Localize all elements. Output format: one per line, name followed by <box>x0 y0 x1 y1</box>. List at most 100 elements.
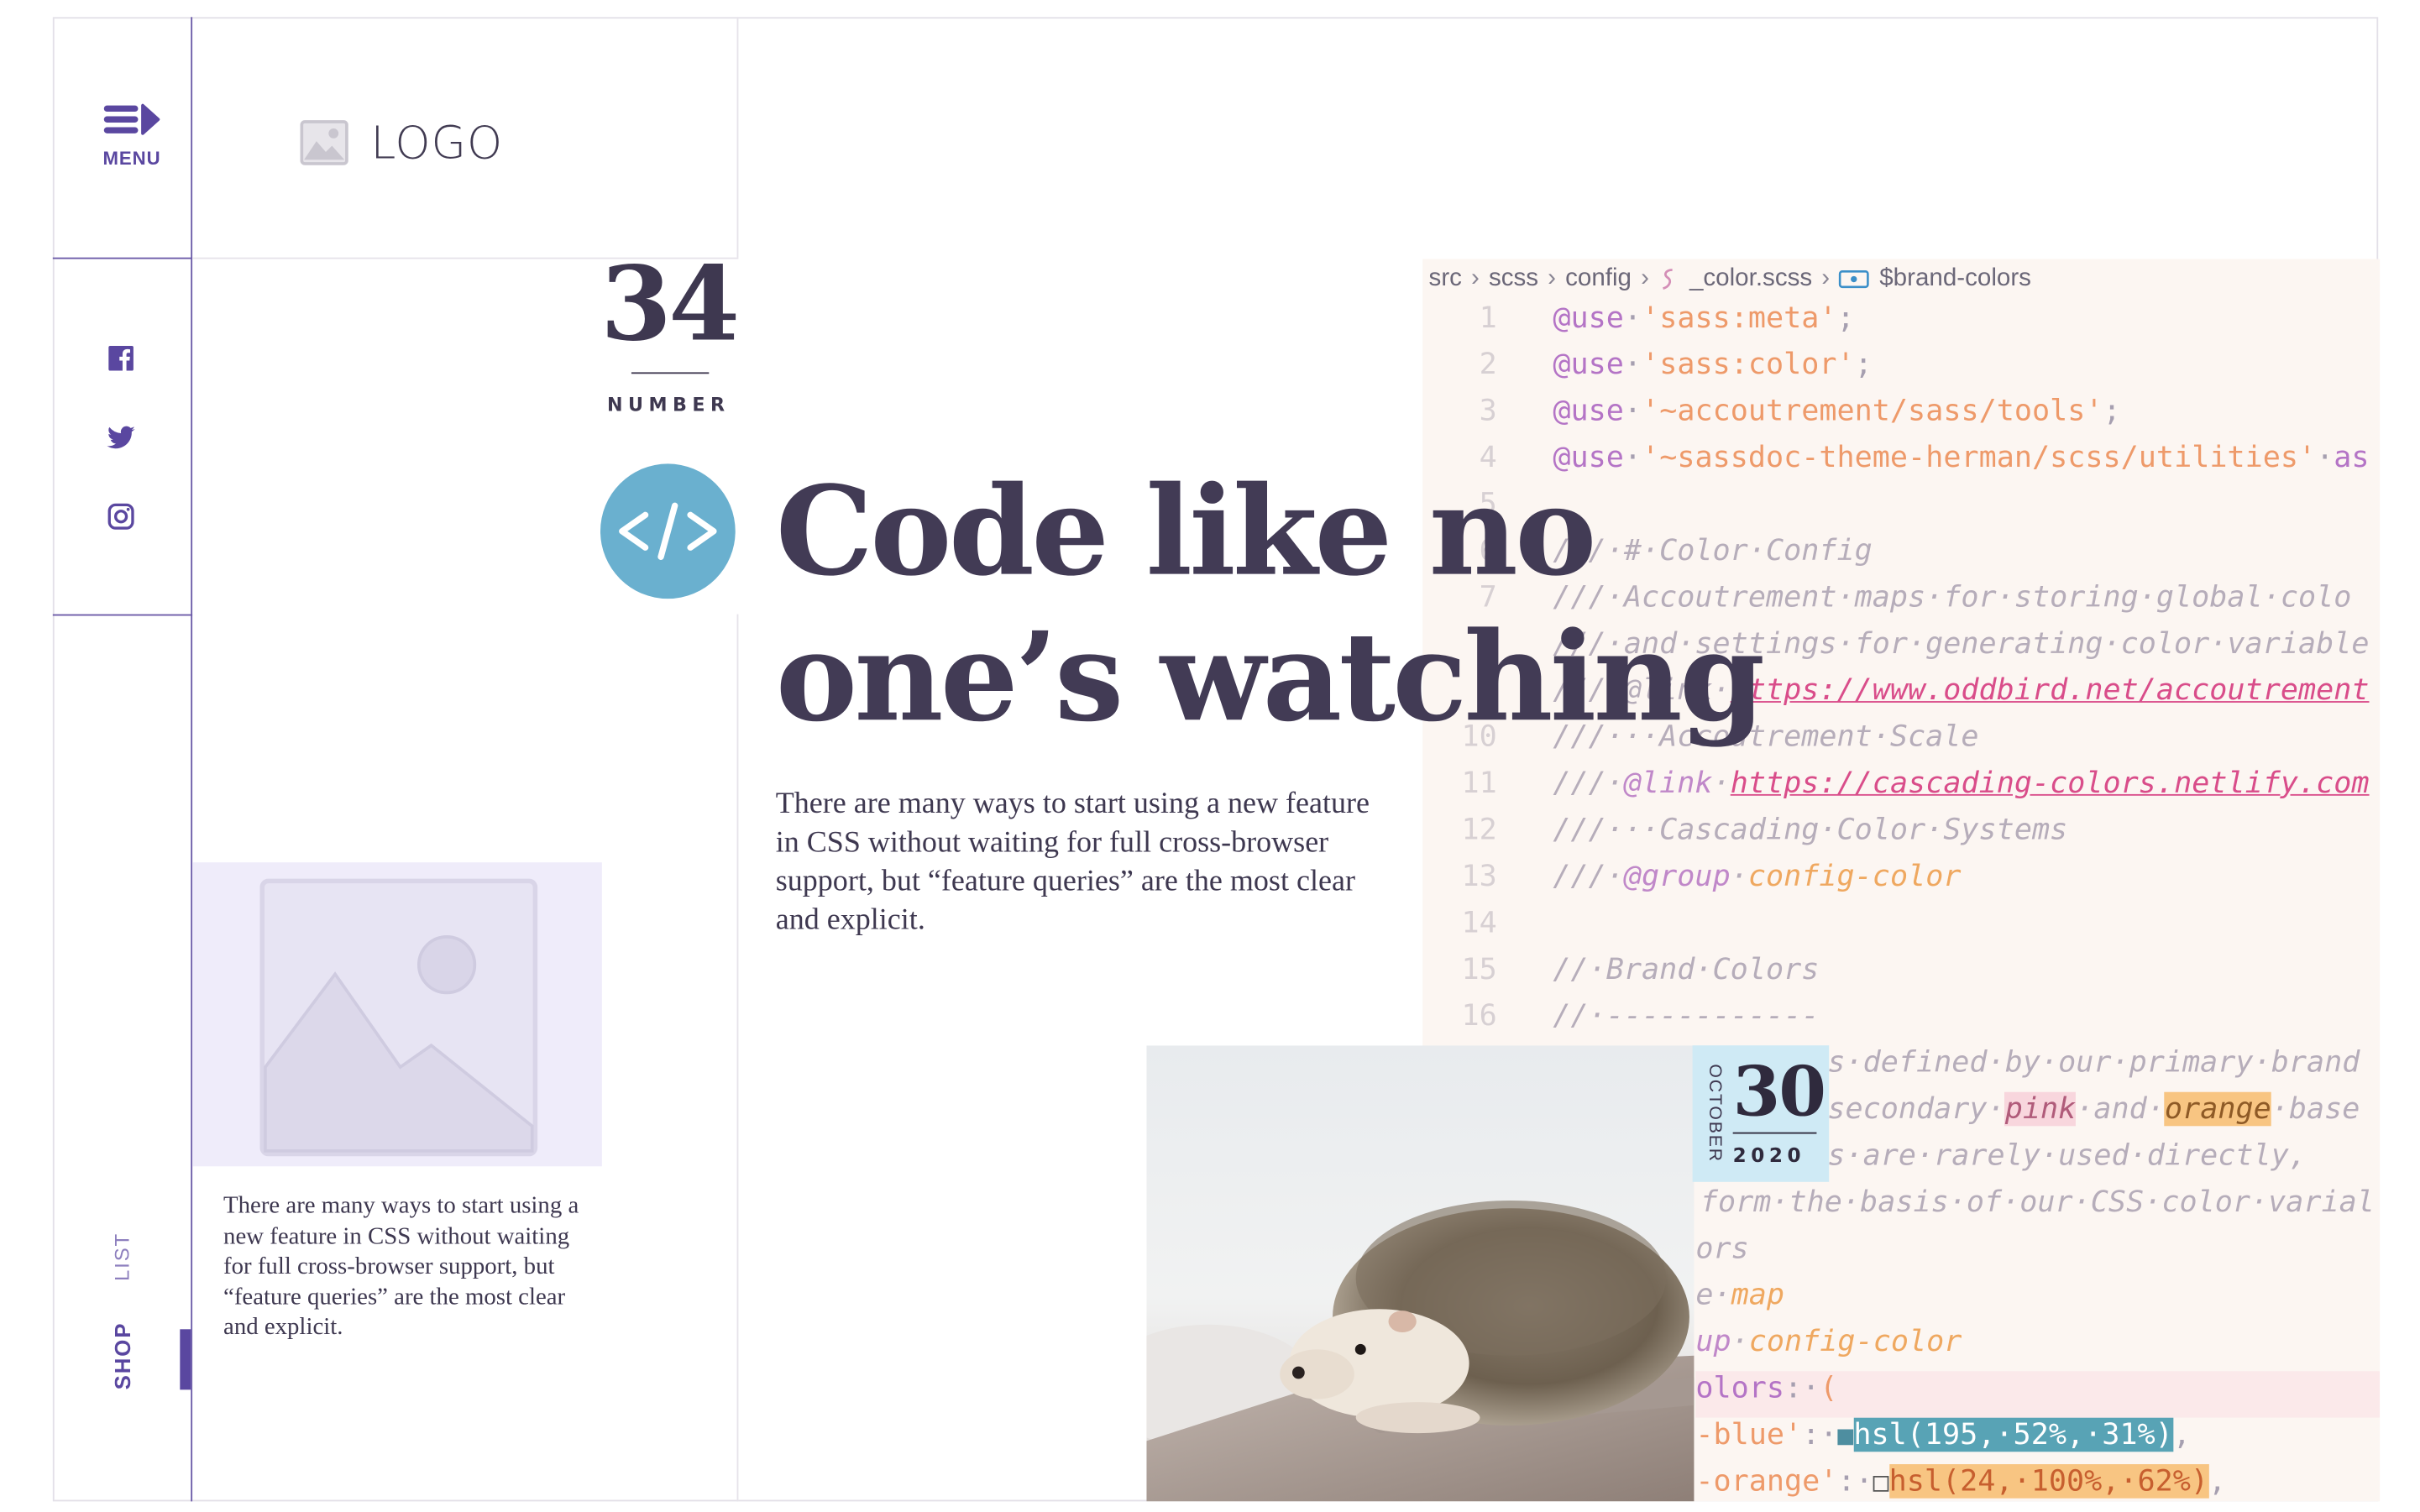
code-token: ·base <box>2271 1091 2360 1127</box>
breadcrumb: src › scss › config › _color.scss › $bra… <box>1429 265 2031 293</box>
code-token: secondary· <box>1827 1091 2005 1127</box>
line-source: ///···Cascading·Color·Systems <box>1553 813 2067 847</box>
code-token: ; <box>2103 394 2121 428</box>
breadcrumb-item[interactable]: config <box>1565 265 1632 293</box>
line-source: @use·'sass:color'; <box>1553 348 1872 382</box>
code-token: · <box>1623 394 1642 428</box>
code-line: up·config-color <box>1695 1325 2380 1371</box>
code-token: @use <box>1553 394 1624 428</box>
menu-button[interactable]: MENU <box>84 102 181 180</box>
code-token: ///· <box>1553 859 1624 894</box>
twitter-icon <box>107 426 135 449</box>
breadcrumb-item[interactable]: _color.scss <box>1689 265 1812 293</box>
line-number: 1 <box>1479 301 1497 336</box>
code-token: ///···Cascading·Color·Systems <box>1553 813 2068 847</box>
breadcrumb-item[interactable]: $brand-colors <box>1879 265 2031 293</box>
logo-text: LOGO <box>370 116 504 170</box>
menu-icon <box>103 103 160 135</box>
tab-shop[interactable]: SHOP <box>110 1322 135 1390</box>
code-token: //·Brand·Colors <box>1553 952 1820 987</box>
site-logo[interactable]: LOGO <box>300 116 504 170</box>
code-token: hsl(195,·52%,·31%) <box>1853 1417 2173 1452</box>
code-token: · <box>1731 1324 1749 1359</box>
content-divider <box>736 614 739 1502</box>
code-token: @use <box>1553 347 1624 382</box>
hedgehog-photo[interactable] <box>1146 1045 1695 1502</box>
code-token: config-color <box>1748 1324 1962 1359</box>
code-token: ors <box>1695 1231 1749 1266</box>
instagram-icon <box>107 503 134 530</box>
code-token: :· <box>1802 1417 1838 1452</box>
facebook-link[interactable] <box>102 340 139 377</box>
breadcrumb-item[interactable]: src <box>1429 265 1462 293</box>
line-number: 16 <box>1461 998 1497 1033</box>
code-line: -blue':·■hsl(195,·52%,·31%), <box>1695 1417 2380 1464</box>
sidebar-rule-bottom <box>52 614 193 616</box>
menu-label: MENU <box>102 147 161 170</box>
code-token: form·the·basis·of·our·CSS·color·varial <box>1700 1185 2375 1220</box>
sidebar-divider <box>191 17 193 1502</box>
code-token: :· <box>1837 1464 1873 1499</box>
headline-line: one’s watching <box>775 604 1765 750</box>
image-icon <box>300 120 348 165</box>
line-number: 15 <box>1461 952 1497 987</box>
chevron-right-icon: › <box>1641 264 1649 292</box>
code-line: 1 @use·'sass:meta'; <box>1422 301 2380 347</box>
line-source: @use·'sass:meta'; <box>1553 301 1854 335</box>
code-token: config-color <box>1747 859 1962 894</box>
code-token: -blue' <box>1695 1417 1803 1452</box>
code-token: :· <box>1784 1371 1820 1405</box>
code-token: 'sass:meta' <box>1642 301 1837 336</box>
code-token: 'sass:color' <box>1642 347 1855 382</box>
code-token: , <box>2208 1464 2227 1499</box>
instagram-link[interactable] <box>102 498 139 535</box>
code-line: 3 @use·'~accoutrement/sass/tools'; <box>1422 394 2380 440</box>
code-token: as <box>2334 440 2370 475</box>
headline-line: Code like no <box>775 458 1597 604</box>
code-line: 12 ///···Cascading·Color·Systems <box>1422 813 2380 859</box>
date-day: 30 <box>1732 1053 1826 1133</box>
sass-file-icon <box>1663 269 1673 290</box>
code-line: form·the·basis·of·our·CSS·color·varial <box>1700 1185 2380 1231</box>
line-number: 14 <box>1461 905 1497 940</box>
code-line: -orange':·□hsl(24,·100%,·62%), <box>1695 1464 2380 1510</box>
breadcrumb-item[interactable]: scss <box>1489 265 1538 293</box>
article-intro: There are many ways to start using a new… <box>775 787 1370 937</box>
code-token: -orange' <box>1695 1464 1838 1499</box>
issue-number: 34 <box>600 243 740 365</box>
code-token: ( <box>1820 1371 1838 1405</box>
sidebar-rule-top <box>52 257 193 259</box>
code-token: ///· <box>1553 766 1624 801</box>
issue-label: NUMBER <box>607 394 731 416</box>
code-line: 13 ///·@group·config-color <box>1422 860 2380 906</box>
line-source: ///·@link·https://cascading-colors.netli… <box>1553 766 2369 801</box>
code-line: 11 ///·@link·https://cascading-colors.net… <box>1422 766 2380 813</box>
code-token: @link <box>1623 766 1713 801</box>
code-category-badge[interactable] <box>600 463 736 599</box>
twitter-link[interactable] <box>102 419 139 456</box>
active-tab-indicator <box>180 1329 191 1390</box>
code-token: · <box>1623 347 1642 382</box>
code-line: olors:·( <box>1695 1371 2381 1418</box>
code-line: 16 //·------------ <box>1422 999 2380 1045</box>
code-line: secondary·pink·and·orange·base <box>1827 1091 2380 1138</box>
code-line: 2 @use·'sass:color'; <box>1422 348 2380 394</box>
code-token: https://cascading-colors.netlify.com <box>1730 766 2370 801</box>
tab-list[interactable]: LIST <box>110 1232 134 1281</box>
issue-rule <box>631 372 710 374</box>
code-token: up <box>1695 1324 1731 1359</box>
code-token: map <box>1731 1278 1785 1312</box>
code-token: e· <box>1695 1278 1731 1312</box>
code-line: 14 <box>1422 906 2380 952</box>
chevron-right-icon: › <box>1821 264 1831 292</box>
code-token: ·and· <box>2076 1091 2165 1127</box>
code-token: hsl(24,·100%,·62%) <box>1888 1464 2209 1499</box>
code-token: · <box>1712 766 1731 801</box>
chevron-right-icon: › <box>1471 264 1480 292</box>
line-number: 11 <box>1461 766 1497 801</box>
code-token: '~accoutrement/sass/tools' <box>1642 394 2103 428</box>
code-token: □ <box>1873 1467 1889 1499</box>
date-rule <box>1732 1132 1817 1134</box>
placeholder-image[interactable] <box>192 862 602 1167</box>
code-token: ; <box>1854 347 1873 382</box>
